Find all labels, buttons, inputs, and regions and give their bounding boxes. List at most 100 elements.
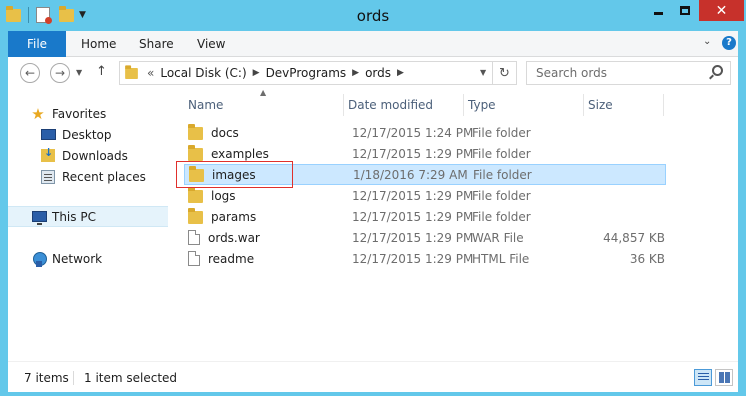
file-date: 12/17/2015 1:29 PM xyxy=(352,209,474,224)
recent-places-icon xyxy=(41,169,55,184)
table-row[interactable]: logs 12/17/2015 1:29 PM File folder xyxy=(184,185,666,206)
nav-item-label: Favorites xyxy=(52,106,107,121)
column-header-name[interactable]: Name xyxy=(184,94,344,116)
nav-item-label: Downloads xyxy=(62,148,128,163)
file-date: 12/17/2015 1:24 PM xyxy=(352,125,474,140)
tab-file[interactable]: File xyxy=(8,31,66,57)
refresh-button[interactable]: ↻ xyxy=(492,62,516,84)
expand-ribbon-icon[interactable]: ⌄ xyxy=(703,36,711,47)
file-name: params xyxy=(211,209,257,224)
folder-icon xyxy=(188,124,203,140)
folder-icon xyxy=(188,187,203,203)
tab-home[interactable]: Home xyxy=(81,37,116,51)
item-count: 7 items xyxy=(24,371,69,385)
navigation-pane: ★ Favorites Desktop Downloads Recent pla… xyxy=(8,91,168,361)
details-view-button[interactable] xyxy=(694,369,712,386)
breadcrumb-ords[interactable]: ords xyxy=(365,66,391,80)
breadcrumb-overflow[interactable]: « xyxy=(147,66,154,80)
maximize-button[interactable] xyxy=(672,0,698,21)
file-name-cell: examples xyxy=(188,145,269,161)
file-name-cell: docs xyxy=(188,124,239,140)
large-icons-view-button[interactable] xyxy=(715,369,733,386)
annotation-highlight xyxy=(176,161,293,188)
back-button[interactable]: ← xyxy=(20,63,40,83)
file-date: 1/18/2016 7:29 AM xyxy=(353,167,468,182)
table-row[interactable]: docs 12/17/2015 1:24 PM File folder xyxy=(184,122,666,143)
nav-item-recent-places[interactable]: Recent places xyxy=(8,166,168,187)
file-name: ords.war xyxy=(208,230,260,245)
folder-icon xyxy=(125,64,138,79)
ribbon: File Home Share View ⌄ ? xyxy=(8,31,738,57)
file-size: 36 KB xyxy=(629,251,665,266)
close-icon: ✕ xyxy=(715,2,728,19)
nav-item-label: Recent places xyxy=(62,169,146,184)
nav-item-this-pc[interactable]: This PC xyxy=(8,206,168,227)
table-row[interactable]: params 12/17/2015 1:29 PM File folder xyxy=(184,206,666,227)
file-name: logs xyxy=(211,188,236,203)
star-icon: ★ xyxy=(31,104,45,123)
column-header-type[interactable]: Type xyxy=(464,94,584,116)
refresh-icon: ↻ xyxy=(499,65,510,81)
forward-arrow-icon: → xyxy=(54,66,66,80)
file-type: File folder xyxy=(472,188,531,203)
file-date: 12/17/2015 1:29 PM xyxy=(352,230,474,245)
file-type: File folder xyxy=(472,146,531,161)
file-type: File folder xyxy=(472,125,531,140)
tab-share[interactable]: Share xyxy=(139,37,174,51)
minimize-icon xyxy=(653,12,663,15)
file-type: HTML File xyxy=(472,251,530,266)
recent-locations-icon[interactable]: ▼ xyxy=(76,68,82,77)
maximize-icon xyxy=(680,6,690,15)
breadcrumb-devprograms[interactable]: DevPrograms xyxy=(266,66,347,80)
search-placeholder: Search ords xyxy=(536,66,607,80)
file-name: examples xyxy=(211,146,269,161)
nav-item-label: Desktop xyxy=(62,127,112,142)
desktop-icon xyxy=(41,129,56,140)
file-name-cell: readme xyxy=(188,251,254,266)
column-header-size[interactable]: Size xyxy=(584,94,664,116)
chevron-right-icon[interactable]: ▶ xyxy=(397,68,404,78)
column-header-date[interactable]: Date modified xyxy=(344,94,464,116)
file-date: 12/17/2015 1:29 PM xyxy=(352,146,474,161)
table-row[interactable]: readme 12/17/2015 1:29 PM HTML File 36 K… xyxy=(184,248,666,269)
forward-button[interactable]: → xyxy=(50,63,70,83)
nav-item-network[interactable]: Network xyxy=(8,248,168,269)
title-bar: ▼ ords ✕ xyxy=(0,0,746,31)
minimize-button[interactable] xyxy=(645,0,671,21)
folder-icon xyxy=(188,208,203,224)
nav-item-label: This PC xyxy=(52,209,96,224)
close-button[interactable]: ✕ xyxy=(699,0,744,21)
file-list: ▲ Name Date modified Type Size docs 12/1… xyxy=(176,88,738,361)
search-icon xyxy=(712,65,723,76)
breadcrumb-local-disk[interactable]: Local Disk (C:) xyxy=(160,66,246,80)
selection-count: 1 item selected xyxy=(84,371,178,385)
file-type: WAR File xyxy=(472,230,524,245)
file-type: File folder xyxy=(473,167,532,182)
explorer-window: ▼ ords ✕ File Home Share View ⌄ ? ← → ▼ … xyxy=(0,0,746,396)
folder-icon xyxy=(188,145,203,161)
nav-item-desktop[interactable]: Desktop xyxy=(8,124,168,145)
divider xyxy=(73,371,74,385)
chevron-right-icon[interactable]: ▶ xyxy=(352,68,359,78)
window-title: ords xyxy=(356,7,390,25)
help-icon[interactable]: ? xyxy=(722,36,736,50)
chevron-right-icon[interactable]: ▶ xyxy=(253,68,260,78)
navigation-bar: ← → ▼ ↑ « Local Disk (C:) ▶ DevPrograms … xyxy=(8,57,738,91)
file-name-cell: logs xyxy=(188,187,236,203)
file-icon xyxy=(188,230,200,245)
nav-item-favorites[interactable]: ★ Favorites xyxy=(8,103,168,124)
pane-splitter[interactable] xyxy=(168,91,169,361)
file-name: readme xyxy=(208,251,255,266)
network-icon xyxy=(32,251,47,267)
nav-item-downloads[interactable]: Downloads xyxy=(8,145,168,166)
tab-view[interactable]: View xyxy=(197,37,225,51)
address-bar[interactable]: « Local Disk (C:) ▶ DevPrograms ▶ ords ▶… xyxy=(119,61,517,85)
downloads-icon xyxy=(41,146,55,162)
table-row[interactable]: ords.war 12/17/2015 1:29 PM WAR File 44,… xyxy=(184,227,666,248)
up-button[interactable]: ↑ xyxy=(96,64,107,79)
search-input[interactable]: Search ords xyxy=(526,61,731,85)
address-dropdown-icon[interactable]: ▼ xyxy=(480,68,486,77)
computer-icon xyxy=(32,211,47,225)
nav-item-label: Network xyxy=(52,251,103,266)
file-date: 12/17/2015 1:29 PM xyxy=(352,251,474,266)
